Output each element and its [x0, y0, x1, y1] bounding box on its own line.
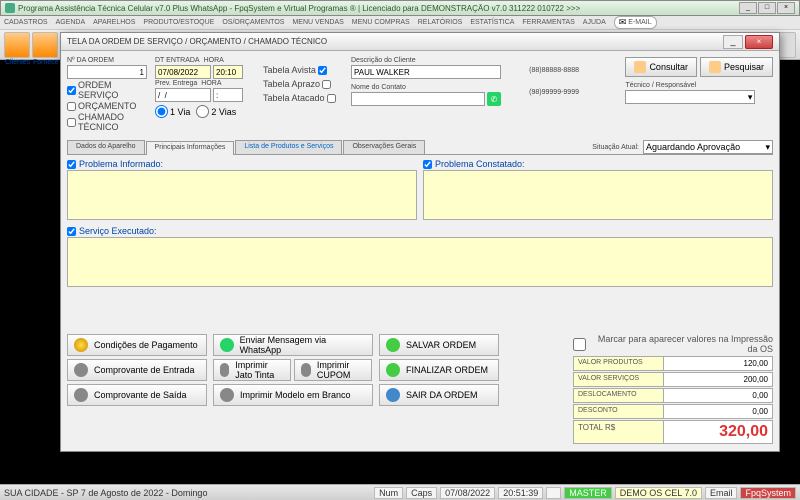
valor-desconto: 0,00 [664, 405, 772, 418]
tab-dados-aparelho[interactable]: Dados do Aparelho [67, 140, 145, 154]
cliente-desc-input[interactable] [351, 65, 501, 79]
salvar-button[interactable]: SALVAR ORDEM [379, 334, 499, 356]
clientes-icon[interactable]: Clientes [4, 32, 30, 58]
fornecedores-icon[interactable]: Fornece [32, 32, 58, 58]
chk-os[interactable] [67, 86, 76, 95]
status-bar: SUA CIDADE - SP 7 de Agosto de 2022 - Do… [0, 484, 800, 500]
menu-os[interactable]: OS/ORÇAMENTOS [222, 19, 284, 26]
doc-icon [74, 363, 88, 377]
doc-icon [74, 388, 88, 402]
close-button[interactable]: × [777, 2, 795, 14]
whatsapp-icon[interactable]: ✆ [487, 92, 501, 106]
pesquisar-button[interactable]: Pesquisar [700, 57, 773, 77]
menu-estatistica[interactable]: ESTATÍSTICA [470, 19, 514, 26]
status-time: 20:51:39 [498, 487, 543, 499]
exit-icon [386, 388, 400, 402]
check-icon [386, 338, 400, 352]
chk-serv-exec[interactable] [67, 227, 76, 236]
flag-icon [386, 363, 400, 377]
menu-vendas[interactable]: MENU VENDAS [292, 19, 343, 26]
chevron-down-icon: ▾ [765, 142, 770, 153]
status-num: Num [374, 487, 403, 499]
sair-button[interactable]: SAIR DA ORDEM [379, 384, 499, 406]
menu-ajuda[interactable]: AJUDA [583, 19, 606, 26]
printer-icon [301, 363, 311, 377]
money-icon [74, 338, 88, 352]
branco-button[interactable]: Imprimir Modelo em Branco [213, 384, 373, 406]
dt-entrada-input[interactable] [155, 65, 211, 79]
tab-observacoes[interactable]: Observações Gerais [343, 140, 425, 154]
chk-marker[interactable] [573, 338, 586, 351]
finalizar-button[interactable]: FINALIZAR ORDEM [379, 359, 499, 381]
tecnico-dropdown[interactable]: ▾ [625, 90, 755, 104]
chk-avista[interactable] [318, 66, 327, 75]
status-demo: DEMO OS CEL 7.0 [615, 487, 702, 499]
status-fpq[interactable]: FpqSystem [740, 487, 796, 499]
radio-2vias[interactable] [196, 105, 209, 118]
status-city: SUA CIDADE - SP 7 de Agosto de 2022 - Do… [4, 488, 207, 498]
chk-atacado[interactable] [327, 94, 336, 103]
whatsapp-icon [220, 338, 234, 352]
valor-total: 320,00 [664, 421, 772, 443]
chevron-down-icon: ▾ [748, 92, 753, 103]
menu-agenda[interactable]: AGENDA [56, 19, 86, 26]
marker-checkbox-label: Marcar para aparecer valores na Impressã… [573, 334, 773, 354]
comp-entrada-button[interactable]: Comprovante de Entrada [67, 359, 207, 381]
cond-pagamento-button[interactable]: Condições de Pagamento [67, 334, 207, 356]
dialog-close-button[interactable]: × [745, 35, 773, 49]
printer-icon [220, 363, 229, 377]
chk-ct[interactable] [67, 118, 76, 127]
contato-input[interactable] [351, 92, 485, 106]
prob-informado-textarea[interactable] [67, 170, 417, 220]
search-icon [709, 61, 721, 73]
whatsapp-button[interactable]: Enviar Mensagem via WhatsApp [213, 334, 373, 356]
app-icon [5, 3, 15, 13]
consultar-button[interactable]: Consultar [625, 57, 697, 77]
email-button[interactable]: ✉ E-MAIL [614, 16, 657, 29]
prob-constatado-textarea[interactable] [423, 170, 773, 220]
maximize-button[interactable]: □ [758, 2, 776, 14]
menu-bar: CADASTROS AGENDA APARELHOS PRODUTO/ESTOQ… [0, 16, 800, 30]
cupom-button[interactable]: Imprimir CUPOM [294, 359, 372, 381]
chk-aprazo[interactable] [322, 80, 331, 89]
chk-orc[interactable] [67, 102, 76, 111]
situacao-dropdown[interactable]: Aguardando Aprovação▾ [643, 140, 773, 154]
valor-servicos: 200,00 [664, 373, 772, 386]
prev-entrega-input[interactable] [155, 88, 211, 102]
menu-aparelhos[interactable]: APARELHOS [93, 19, 135, 26]
tab-lista-produtos[interactable]: Lista de Produtos e Serviços [235, 140, 342, 154]
radio-1via[interactable] [155, 105, 168, 118]
valor-deslocamento: 0,00 [664, 389, 772, 402]
menu-relatorios[interactable]: RELATÓRIOS [418, 19, 463, 26]
minimize-button[interactable]: _ [739, 2, 757, 14]
menu-cadastros[interactable]: CADASTROS [4, 19, 48, 26]
chk-prob-inf[interactable] [67, 160, 76, 169]
menu-produto[interactable]: PRODUTO/ESTOQUE [143, 19, 214, 26]
window-titlebar: Programa Assistência Técnica Celular v7.… [0, 0, 800, 16]
tab-principais-info[interactable]: Principais Informações [146, 141, 235, 155]
dialog-title: TELA DA ORDEM DE SERVIÇO / ORÇAMENTO / C… [67, 37, 723, 46]
prev-hora-input[interactable] [213, 88, 243, 102]
search-icon [634, 61, 646, 73]
printer-icon [220, 388, 234, 402]
window-title: Programa Assistência Técnica Celular v7.… [18, 4, 739, 13]
valor-produtos: 120,00 [664, 357, 772, 370]
order-num-label: Nº DA ORDEM [67, 57, 147, 64]
menu-ferramentas[interactable]: FERRAMENTAS [522, 19, 574, 26]
comp-saida-button[interactable]: Comprovante de Saída [67, 384, 207, 406]
status-email[interactable]: Email [705, 487, 738, 499]
order-num-input[interactable] [67, 65, 147, 79]
dialog-minimize-button[interactable]: _ [723, 35, 743, 49]
serv-executado-textarea[interactable] [67, 237, 773, 287]
order-dialog: TELA DA ORDEM DE SERVIÇO / ORÇAMENTO / C… [60, 32, 780, 452]
status-master: MASTER [564, 487, 612, 499]
menu-compras[interactable]: MENU COMPRAS [352, 19, 410, 26]
status-blank [546, 487, 561, 499]
jato-button[interactable]: Imprimir Jato Tinta [213, 359, 291, 381]
chk-prob-const[interactable] [423, 160, 432, 169]
hora-input[interactable] [213, 65, 243, 79]
status-caps: Caps [406, 487, 437, 499]
dialog-titlebar: TELA DA ORDEM DE SERVIÇO / ORÇAMENTO / C… [61, 33, 779, 51]
status-date: 07/08/2022 [440, 487, 495, 499]
